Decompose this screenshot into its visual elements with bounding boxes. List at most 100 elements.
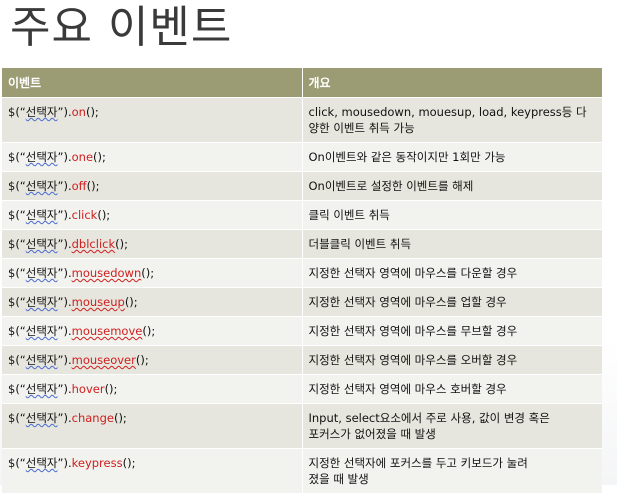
summary-line: 더블클릭 이벤트 취득	[309, 236, 597, 252]
summary-line: On이벤트로 설정한 이벤트를 해제	[309, 178, 597, 194]
event-prefix: $(“	[8, 353, 26, 367]
table-row: $(“선택자”).on(); click, mousedown, mouesup,…	[2, 98, 602, 143]
event-cell: $(“선택자”).one();	[2, 143, 302, 172]
event-mid: ”).	[58, 179, 72, 193]
table-row: $(“선택자”).change();Input, select요소에서 주로 사…	[2, 404, 602, 449]
event-selector: 선택자	[26, 295, 58, 309]
header-summary: 개요	[302, 68, 602, 98]
event-suffix: ();	[123, 456, 136, 470]
event-selector: 선택자	[26, 456, 58, 470]
event-cell: $(“선택자”).hover();	[2, 375, 302, 404]
event-prefix: $(“	[8, 382, 26, 396]
event-prefix: $(“	[8, 324, 26, 338]
event-suffix: ();	[87, 179, 100, 193]
summary-cell: click, mousedown, mouesup, load, keypres…	[302, 98, 602, 143]
events-table: 이벤트 개요 $(“선택자”).on();click, mousedown, m…	[2, 68, 602, 493]
event-method: mouseup	[72, 295, 125, 309]
event-cell: $(“선택자”).dblclick();	[2, 230, 302, 259]
summary-cell: Input, select요소에서 주로 사용, 값이 변경 혹은포커스가 없어…	[302, 404, 602, 449]
event-method: on	[72, 105, 86, 119]
table-row: $(“선택자”).mouseup(); 지정한 선택자 영역에 마우스를 업할 경…	[2, 288, 602, 317]
summary-cell: 지정한 선택자 영역에 마우스를 무브할 경우	[302, 317, 602, 346]
summary-cell: 지정한 선택자 영역에 마우스를 오버할 경우	[302, 346, 602, 375]
table-row: $(“선택자”).off(); On이벤트로 설정한 이벤트를 해제	[2, 172, 602, 201]
event-mid: ”).	[58, 295, 72, 309]
summary-cell: On이벤트로 설정한 이벤트를 해제	[302, 172, 602, 201]
table-body: $(“선택자”).on();click, mousedown, mouesup,…	[2, 98, 602, 493]
table-row: $(“선택자”).hover(); 지정한 선택자 영역에 마우스 호버할 경우	[2, 375, 602, 404]
event-prefix: $(“	[8, 266, 26, 280]
event-selector: 선택자	[26, 237, 58, 251]
event-prefix: $(“	[8, 295, 26, 309]
event-suffix: ();	[142, 324, 155, 338]
event-mid: ”).	[58, 456, 72, 470]
event-mid: ”).	[58, 382, 72, 396]
summary-cell: 클릭 이벤트 취득	[302, 201, 602, 230]
event-suffix: ();	[114, 411, 127, 425]
summary-line: 포커스가 없어졌을 때 발생	[309, 426, 597, 442]
event-prefix: $(“	[8, 411, 26, 425]
event-prefix: $(“	[8, 150, 26, 164]
table-row: $(“선택자”).keypress();지정한 선택자에 포커스를 두고 키보드…	[2, 449, 602, 493]
event-mid: ”).	[58, 411, 72, 425]
summary-line: 지정한 선택자 영역에 마우스를 무브할 경우	[309, 323, 597, 339]
event-prefix: $(“	[8, 456, 26, 470]
table-row: $(“선택자”).one(); On이벤트와 같은 동작이지만 1회만 가능	[2, 143, 602, 172]
event-cell: $(“선택자”).on();	[2, 98, 302, 143]
event-suffix: ();	[136, 353, 149, 367]
event-method: mousedown	[72, 266, 142, 280]
event-method: mousemove	[72, 324, 143, 338]
event-suffix: ();	[115, 237, 128, 251]
event-selector: 선택자	[26, 266, 58, 280]
event-selector: 선택자	[26, 353, 58, 367]
event-selector: 선택자	[26, 411, 58, 425]
table-row: $(“선택자”).mouseover(); 지정한 선택자 영역에 마우스를 오버…	[2, 346, 602, 375]
event-selector: 선택자	[26, 324, 58, 338]
table-row: $(“선택자”).dblclick(); 더블클릭 이벤트 취득	[2, 230, 602, 259]
event-prefix: $(“	[8, 208, 26, 222]
event-cell: $(“선택자”).mouseover();	[2, 346, 302, 375]
event-suffix: ();	[93, 150, 106, 164]
event-method: hover	[72, 382, 105, 396]
summary-line: On이벤트와 같은 동작이지만 1회만 가능	[309, 149, 597, 165]
event-mid: ”).	[58, 266, 72, 280]
event-prefix: $(“	[8, 237, 26, 251]
event-selector: 선택자	[26, 150, 58, 164]
event-method: change	[72, 411, 114, 425]
event-suffix: ();	[105, 382, 118, 396]
event-method: keypress	[72, 456, 123, 470]
summary-cell: 지정한 선택자에 포커스를 두고 키보드가 눌려졌을 때 발생	[302, 449, 602, 493]
summary-line: 지정한 선택자 영역에 마우스 호버할 경우	[309, 381, 597, 397]
table-row: $(“선택자”).click();클릭 이벤트 취득	[2, 201, 602, 230]
event-suffix: ();	[141, 266, 154, 280]
event-prefix: $(“	[8, 179, 26, 193]
header-event: 이벤트	[2, 68, 302, 98]
summary-line: 지정한 선택자에 포커스를 두고 키보드가 눌려	[309, 455, 597, 471]
summary-cell: 더블클릭 이벤트 취득	[302, 230, 602, 259]
summary-line: 지정한 선택자 영역에 마우스를 업할 경우	[309, 294, 597, 310]
event-mid: ”).	[58, 150, 72, 164]
event-selector: 선택자	[26, 179, 58, 193]
summary-line: click, mousedown, mouesup, load, keypres…	[309, 104, 597, 120]
event-cell: $(“선택자”).mouseup();	[2, 288, 302, 317]
summary-cell: On이벤트와 같은 동작이지만 1회만 가능	[302, 143, 602, 172]
table-header-row: 이벤트 개요	[2, 68, 602, 98]
summary-line: 지정한 선택자 영역에 마우스를 오버할 경우	[309, 352, 597, 368]
event-cell: $(“선택자”).change();	[2, 404, 302, 449]
table-row: $(“선택자”).mousemove(); 지정한 선택자 영역에 마우스를 무브…	[2, 317, 602, 346]
event-prefix: $(“	[8, 105, 26, 119]
event-suffix: ();	[86, 105, 99, 119]
event-cell: $(“선택자”).mousemove();	[2, 317, 302, 346]
event-selector: 선택자	[26, 105, 58, 119]
event-method: click	[72, 208, 98, 222]
event-method: mouseover	[72, 353, 136, 367]
event-suffix: ();	[125, 295, 138, 309]
event-method: off	[72, 179, 87, 193]
event-cell: $(“선택자”).click();	[2, 201, 302, 230]
event-cell: $(“선택자”).mousedown();	[2, 259, 302, 288]
summary-cell: 지정한 선택자 영역에 마우스를 다운할 경우	[302, 259, 602, 288]
event-method: dblclick	[72, 237, 116, 251]
summary-cell: 지정한 선택자 영역에 마우스를 업할 경우	[302, 288, 602, 317]
event-cell: $(“선택자”).keypress();	[2, 449, 302, 493]
event-mid: ”).	[58, 105, 72, 119]
